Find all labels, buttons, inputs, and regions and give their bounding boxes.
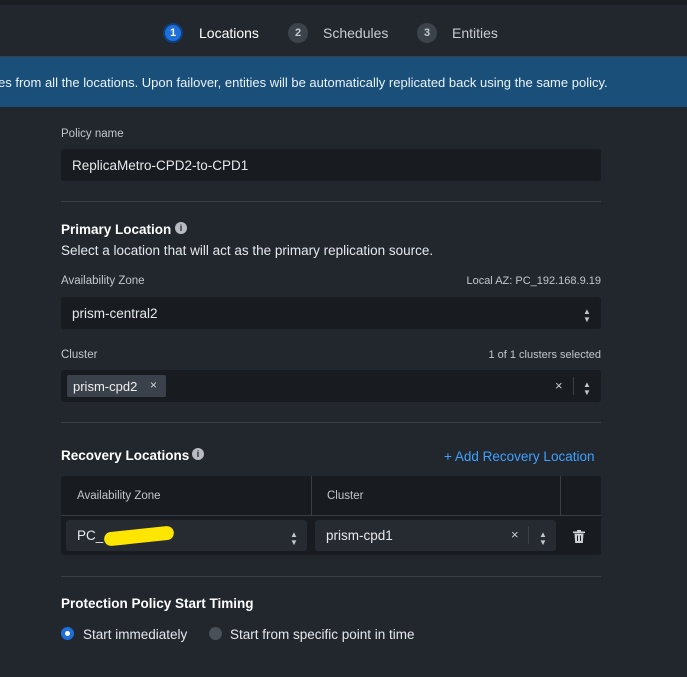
step-number: 3: [417, 23, 437, 43]
close-icon[interactable]: ×: [150, 378, 157, 392]
step-entities[interactable]: 3 Entities: [417, 22, 498, 44]
cluster-label: Cluster: [61, 349, 98, 361]
chevron-updown-icon: ▲ ▼: [290, 530, 298, 547]
recovery-az-value: PC_: [77, 528, 104, 543]
radio-start-immediately[interactable]: [61, 627, 74, 640]
cluster-count-text: 1 of 1 clusters selected: [488, 349, 601, 361]
banner-text: es from all the locations. Upon failover…: [0, 75, 608, 90]
availability-zone-label: Availability Zone: [61, 275, 145, 287]
local-az-text: Local AZ: PC_192.168.9.19: [466, 275, 601, 287]
availability-zone-select[interactable]: prism-central2 ▲ ▼: [61, 297, 601, 329]
divider: [61, 201, 601, 202]
cluster-tag: prism-cpd2 ×: [67, 375, 166, 397]
column-header-availability-zone: Availability Zone: [77, 490, 161, 502]
column-separator: [311, 476, 312, 515]
availability-zone-value: prism-central2: [72, 306, 158, 321]
info-banner: es from all the locations. Upon failover…: [0, 57, 687, 107]
step-label: Locations: [199, 25, 259, 41]
step-label: Entities: [452, 25, 498, 41]
add-recovery-location-link[interactable]: + Add Recovery Location: [444, 449, 594, 464]
step-label: Schedules: [323, 25, 389, 41]
close-icon[interactable]: ×: [555, 378, 563, 393]
primary-location-description: Select a location that will act as the p…: [61, 243, 434, 258]
start-timing-heading: Protection Policy Start Timing: [61, 596, 254, 611]
header-divider: [61, 515, 601, 516]
column-separator: [560, 476, 561, 515]
cluster-tag-label: prism-cpd2: [73, 379, 138, 394]
policy-name-input[interactable]: ReplicaMetro-CPD2-to-CPD1: [61, 149, 601, 181]
divider: [61, 576, 601, 577]
radio-specific-time[interactable]: [209, 627, 222, 640]
chevron-updown-icon: ▲ ▼: [583, 307, 591, 324]
column-header-cluster: Cluster: [327, 490, 364, 502]
step-number: 2: [288, 23, 308, 43]
chevron-updown-icon: ▲ ▼: [539, 530, 547, 547]
policy-name-value: ReplicaMetro-CPD2-to-CPD1: [72, 158, 249, 173]
recovery-az-select[interactable]: PC_ ▲ ▼: [66, 520, 307, 551]
recovery-locations-heading: Recovery Locations: [61, 448, 190, 463]
trash-icon[interactable]: [573, 530, 585, 543]
separator: [528, 526, 529, 544]
chevron-updown-icon: ▲ ▼: [583, 380, 591, 397]
policy-name-label: Policy name: [61, 128, 124, 140]
separator: [573, 377, 574, 395]
info-icon[interactable]: i: [192, 448, 204, 460]
step-number: 1: [163, 23, 183, 43]
step-schedules[interactable]: 2 Schedules: [288, 22, 388, 44]
close-icon[interactable]: ×: [511, 527, 519, 542]
recovery-cluster-value: prism-cpd1: [326, 528, 393, 543]
wizard-header: 1 Locations 2 Schedules 3 Entities: [0, 0, 687, 57]
recovery-cluster-select[interactable]: prism-cpd1 × ▲ ▼: [315, 520, 556, 551]
step-locations[interactable]: 1 Locations: [163, 22, 259, 44]
top-edge: [0, 0, 687, 5]
radio-label-specific-time[interactable]: Start from specific point in time: [230, 627, 415, 642]
divider: [61, 422, 601, 423]
primary-location-heading: Primary Location: [61, 222, 172, 237]
info-icon[interactable]: i: [175, 222, 187, 234]
radio-label-start-immediately[interactable]: Start immediately: [83, 627, 187, 642]
